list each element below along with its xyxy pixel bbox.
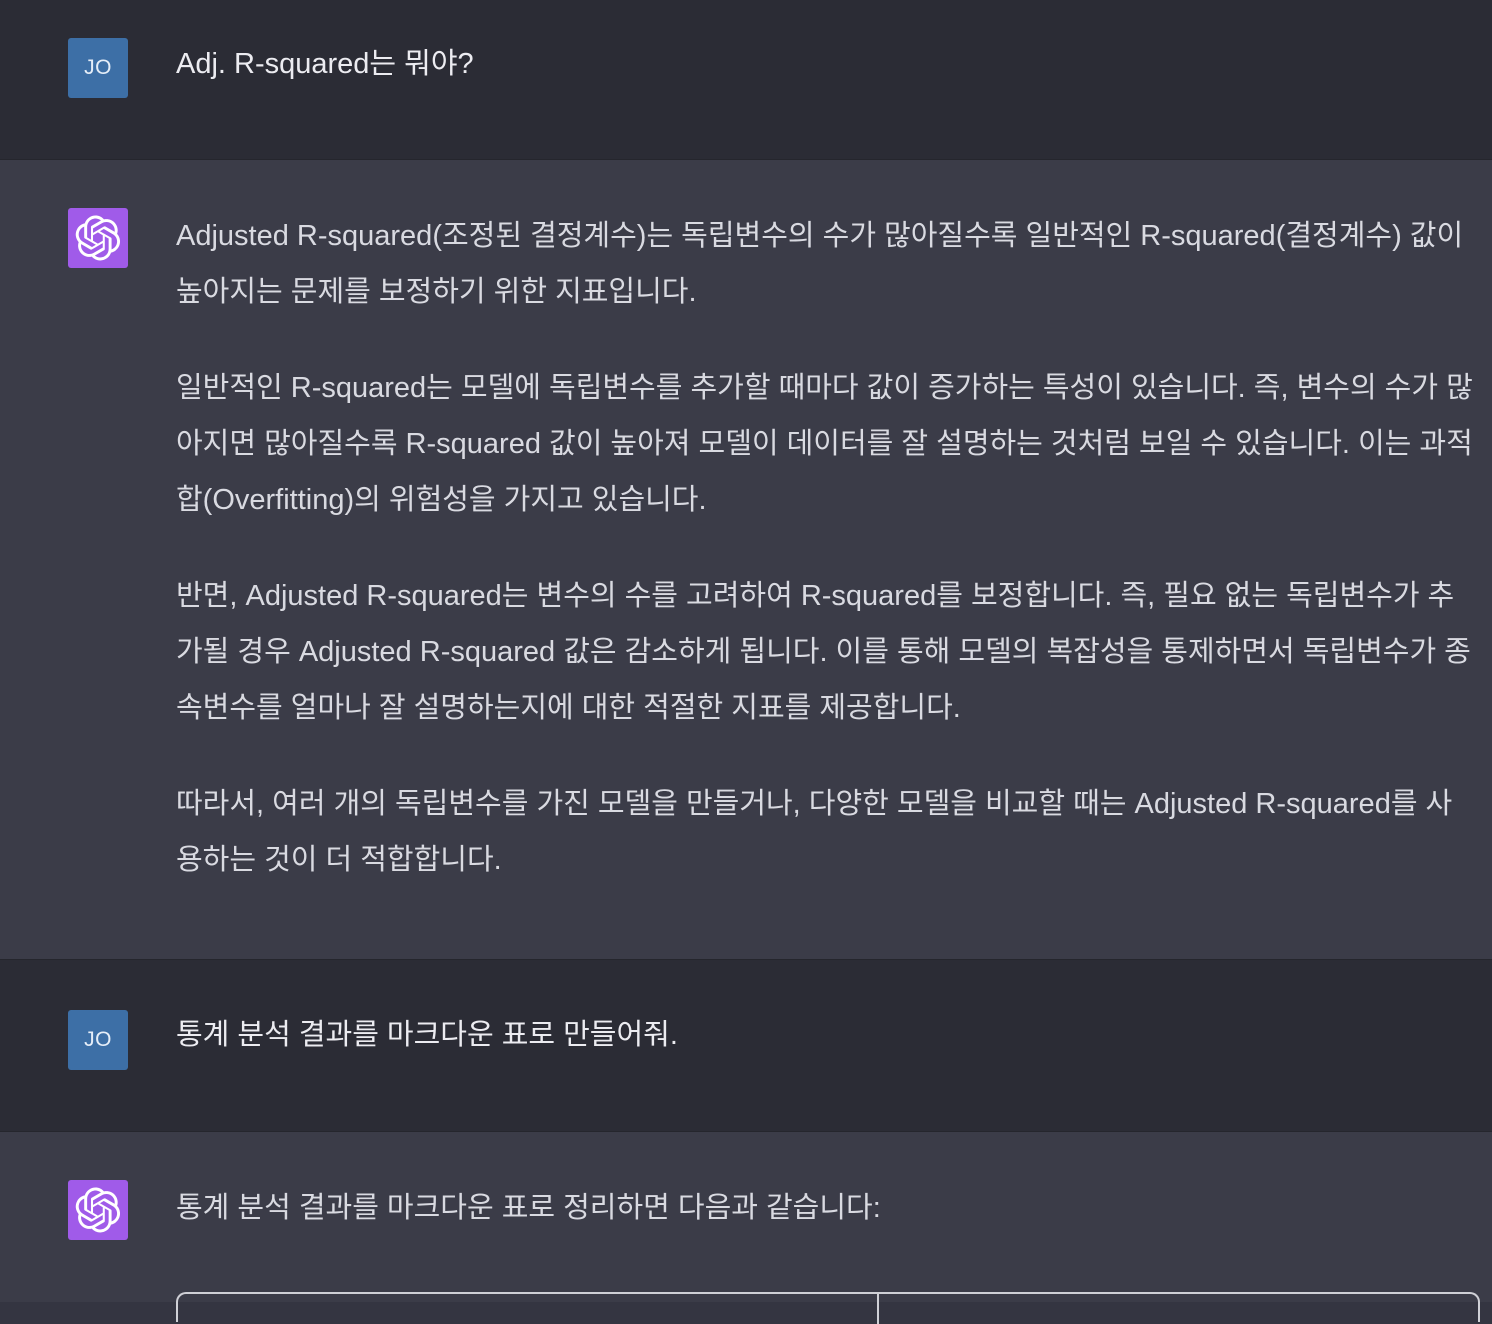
assistant-message: Adjusted R-squared(조정된 결정계수)는 독립변수의 수가 많… bbox=[0, 160, 1492, 960]
message-paragraph: Adjusted R-squared(조정된 결정계수)는 독립변수의 수가 많… bbox=[176, 220, 1464, 308]
message-paragraph: 통계 분석 결과를 마크다운 표로 만들어줘. bbox=[176, 1019, 678, 1051]
user-initials: JO bbox=[84, 56, 112, 79]
user-initials: JO bbox=[84, 1028, 112, 1051]
openai-logo-icon bbox=[75, 1187, 121, 1233]
user-message: JO 통계 분석 결과를 마크다운 표로 만들어줘. bbox=[0, 960, 1492, 1132]
message-paragraph: 따라서, 여러 개의 독립변수를 가진 모델을 만들거나, 다양한 모델을 비교… bbox=[176, 788, 1453, 876]
openai-logo-icon bbox=[75, 215, 121, 261]
markdown-table bbox=[176, 1292, 1480, 1324]
message-paragraph: Adj. R-squared는 뭐야? bbox=[176, 48, 474, 80]
assistant-message-body: 통계 분석 결과를 마크다운 표로 정리하면 다음과 같습니다: bbox=[176, 1180, 1474, 1236]
user-avatar: JO bbox=[68, 1010, 128, 1070]
user-message-text: 통계 분석 결과를 마크다운 표로 만들어줘. bbox=[176, 1007, 1474, 1063]
user-message: JO Adj. R-squared는 뭐야? bbox=[0, 0, 1492, 160]
user-message-text: Adj. R-squared는 뭐야? bbox=[176, 36, 1474, 92]
message-paragraph: 일반적인 R-squared는 모델에 독립변수를 추가할 때마다 값이 증가하… bbox=[176, 372, 1473, 516]
message-paragraph: 통계 분석 결과를 마크다운 표로 정리하면 다음과 같습니다: bbox=[176, 1192, 881, 1224]
table-column-divider bbox=[877, 1294, 879, 1324]
assistant-message-body: Adjusted R-squared(조정된 결정계수)는 독립변수의 수가 많… bbox=[176, 208, 1474, 888]
assistant-avatar bbox=[68, 208, 128, 268]
assistant-avatar bbox=[68, 1180, 128, 1240]
message-paragraph: 반면, Adjusted R-squared는 변수의 수를 고려하여 R-sq… bbox=[176, 580, 1471, 724]
assistant-message: 통계 분석 결과를 마크다운 표로 정리하면 다음과 같습니다: bbox=[0, 1132, 1492, 1302]
user-avatar: JO bbox=[68, 38, 128, 98]
